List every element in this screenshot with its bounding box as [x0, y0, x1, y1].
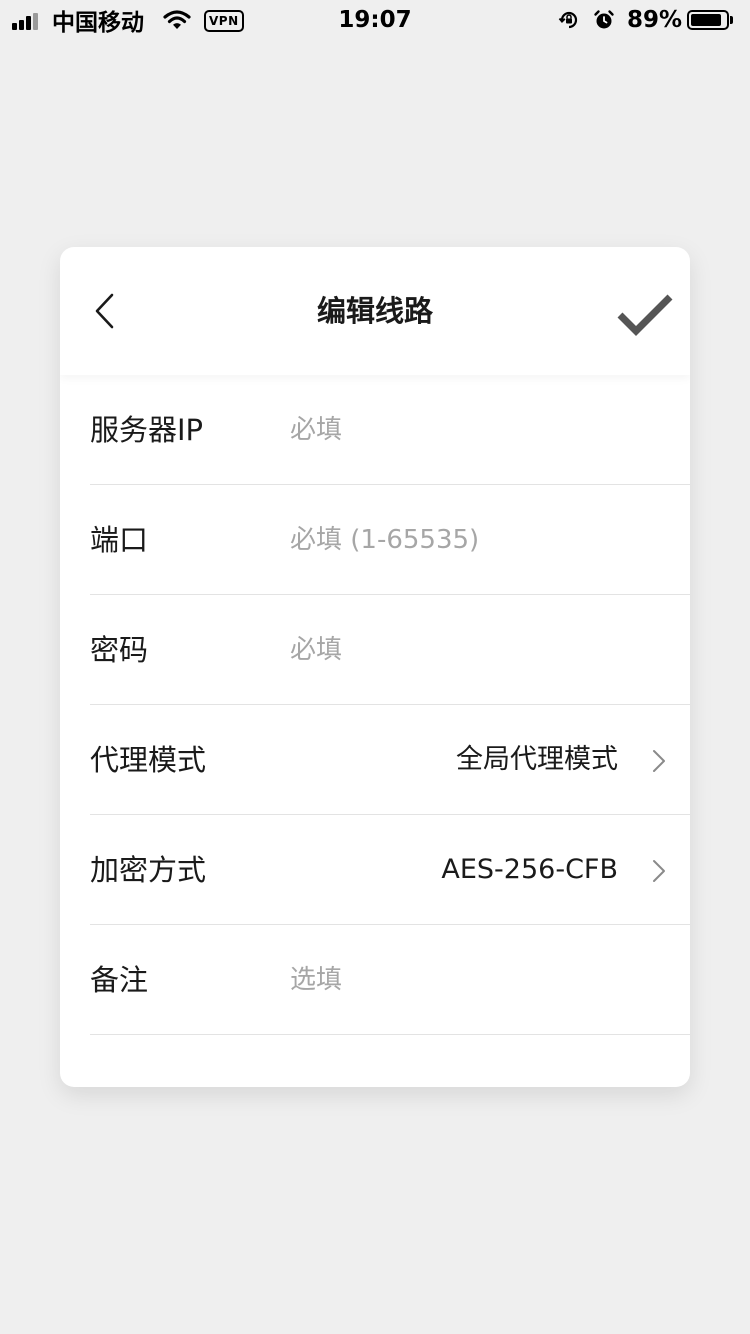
password-input[interactable]	[290, 625, 670, 675]
remark-label: 备注	[90, 963, 149, 997]
confirm-button[interactable]	[616, 291, 676, 343]
checkmark-icon	[617, 294, 673, 336]
server-ip-row: 服务器IP	[90, 375, 690, 485]
proxy-mode-label: 代理模式	[90, 743, 207, 777]
password-row: 密码	[90, 595, 690, 705]
encryption-row[interactable]: 加密方式 AES-256-CFB	[90, 815, 690, 925]
port-input[interactable]	[290, 515, 670, 565]
password-label: 密码	[90, 633, 149, 667]
rotation-lock-icon	[558, 0, 580, 40]
proxy-mode-row[interactable]: 代理模式 全局代理模式	[90, 705, 690, 815]
chevron-right-icon	[653, 860, 665, 882]
remark-row: 备注	[90, 925, 690, 1035]
alarm-icon	[593, 0, 615, 40]
port-row: 端口	[90, 485, 690, 595]
route-form: 服务器IP 端口 密码 代理模式 全局代理模式 加密方式 AES-256-CFB	[60, 375, 690, 1035]
encryption-label: 加密方式	[90, 853, 207, 887]
page-title: 编辑线路	[316, 294, 433, 328]
port-label: 端口	[90, 523, 149, 557]
remark-input[interactable]	[290, 955, 670, 1005]
server-ip-label: 服务器IP	[90, 413, 204, 447]
battery-fill	[691, 14, 722, 26]
card-header: 编辑线路	[60, 247, 690, 375]
status-bar: 中国移动 VPN 19:07 89%	[0, 0, 750, 40]
proxy-mode-value: 全局代理模式	[456, 744, 618, 775]
battery-percent: 89%	[627, 7, 683, 33]
edit-route-card: 编辑线路 服务器IP 端口 密码 代理模式 全局代理模式 加密方式	[60, 247, 690, 1087]
battery-icon	[687, 9, 733, 31]
server-ip-input[interactable]	[290, 405, 670, 455]
chevron-right-icon	[653, 750, 665, 772]
encryption-value: AES-256-CFB	[441, 854, 618, 885]
